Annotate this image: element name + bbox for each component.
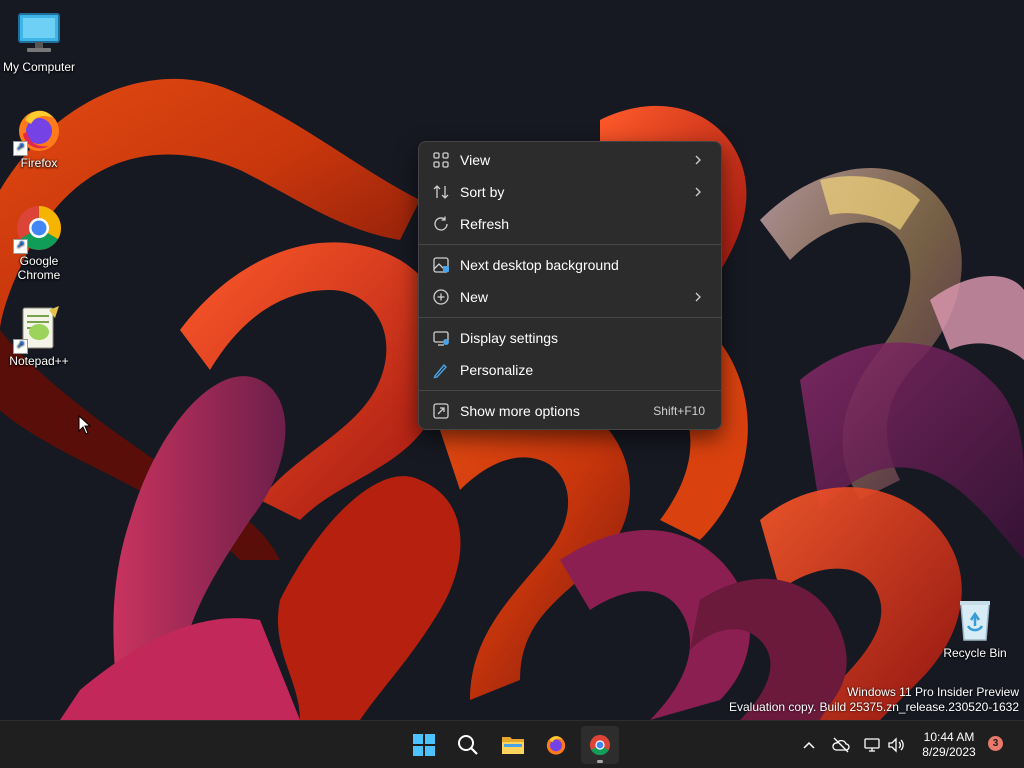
keyboard-shortcut: Shift+F10 xyxy=(653,404,705,418)
menu-item-view[interactable]: View xyxy=(423,145,717,175)
start-icon xyxy=(413,734,435,756)
menu-item-label: Next desktop background xyxy=(460,257,619,273)
menu-item-show-more-options[interactable]: Show more options Shift+F10 xyxy=(423,396,717,426)
menu-item-label: Display settings xyxy=(460,330,559,346)
firefox-taskbar-button[interactable] xyxy=(537,726,575,764)
image-icon xyxy=(433,257,449,273)
menu-item-label: Refresh xyxy=(460,216,510,232)
taskbar: 10:44 AM 8/29/2023 3 xyxy=(0,720,1024,768)
menu-item-refresh[interactable]: Refresh xyxy=(423,209,717,239)
evaluation-watermark: Windows 11 Pro Insider Preview Evaluatio… xyxy=(729,685,1019,715)
desktop-icon-google-chrome[interactable]: ↗ Google Chrome xyxy=(1,204,77,282)
shortcut-arrow-icon: ↗ xyxy=(13,141,28,156)
search-icon xyxy=(458,735,478,755)
pen-icon xyxy=(433,363,447,379)
volume-icon[interactable] xyxy=(886,735,906,755)
menu-item-label: View xyxy=(460,152,491,168)
menu-item-sort-by[interactable]: Sort by xyxy=(423,177,717,207)
chrome-icon: ↗ xyxy=(13,204,63,254)
menu-item-display-settings[interactable]: Display settings xyxy=(423,323,717,353)
menu-item-label: Show more options xyxy=(460,403,580,419)
menu-separator xyxy=(419,390,721,391)
desktop-icon-label: Notepad++ xyxy=(9,354,69,368)
chevron-right-icon xyxy=(695,187,701,197)
active-app-indicator xyxy=(597,760,603,763)
desktop-icon-label: Firefox xyxy=(20,156,58,170)
desktop-icon-my-computer[interactable]: My Computer xyxy=(1,10,77,74)
chrome-taskbar-button[interactable] xyxy=(581,726,619,764)
firefox-icon xyxy=(546,736,566,755)
monitor-icon xyxy=(15,10,63,58)
more-options-icon xyxy=(433,403,449,419)
cloud-off-icon[interactable] xyxy=(831,735,851,755)
watermark-line-2: Evaluation copy. Build 25375.zn_release.… xyxy=(729,700,1019,714)
desktop-icon-notepadpp[interactable]: ↗ Notepad++ xyxy=(1,304,77,368)
desktop-context-menu: View Sort by Refresh Next desktop backgr… xyxy=(418,141,722,430)
desktop-icon-label: My Computer xyxy=(2,60,76,74)
menu-separator xyxy=(419,317,721,318)
notepadpp-icon: ↗ xyxy=(13,304,63,354)
desktop-icon-recycle-bin[interactable]: Recycle Bin xyxy=(937,596,1013,660)
menu-item-new[interactable]: New xyxy=(423,282,717,312)
file-explorer-icon xyxy=(502,737,524,754)
firefox-icon: ↗ xyxy=(13,106,63,156)
menu-item-label: Personalize xyxy=(460,362,534,378)
clock-date: 8/29/2023 xyxy=(922,745,976,759)
chevron-up-icon[interactable] xyxy=(799,735,819,755)
grid-icon xyxy=(433,152,449,168)
watermark-line-1: Windows 11 Pro Insider Preview xyxy=(847,685,1019,699)
desktop-icon-label: Google Chrome xyxy=(17,254,61,282)
network-icon[interactable] xyxy=(862,735,882,755)
system-clock[interactable]: 10:44 AM 8/29/2023 xyxy=(913,730,985,760)
menu-item-label: New xyxy=(460,289,489,305)
clock-time: 10:44 AM xyxy=(923,730,975,744)
sort-icon xyxy=(433,185,449,199)
desktop-icon-label: Recycle Bin xyxy=(943,646,1007,660)
search-button[interactable] xyxy=(449,726,487,764)
notification-badge[interactable]: 3 xyxy=(988,736,1003,751)
shortcut-arrow-icon: ↗ xyxy=(13,239,28,254)
start-button[interactable] xyxy=(405,726,443,764)
plus-circle-icon xyxy=(433,289,449,305)
file-explorer-button[interactable] xyxy=(493,726,531,764)
mouse-cursor-icon xyxy=(78,415,92,435)
chevron-right-icon xyxy=(695,155,701,165)
desktop-icon-firefox[interactable]: ↗ Firefox xyxy=(1,106,77,170)
display-icon xyxy=(433,331,449,346)
menu-item-personalize[interactable]: Personalize xyxy=(423,355,717,385)
menu-item-label: Sort by xyxy=(460,184,505,200)
refresh-icon xyxy=(434,216,448,231)
recycle-bin-icon xyxy=(951,596,999,644)
chevron-right-icon xyxy=(695,292,701,302)
menu-item-next-desktop-background[interactable]: Next desktop background xyxy=(423,250,717,280)
shortcut-arrow-icon: ↗ xyxy=(13,339,28,354)
menu-separator xyxy=(419,244,721,245)
chrome-icon xyxy=(589,734,611,756)
